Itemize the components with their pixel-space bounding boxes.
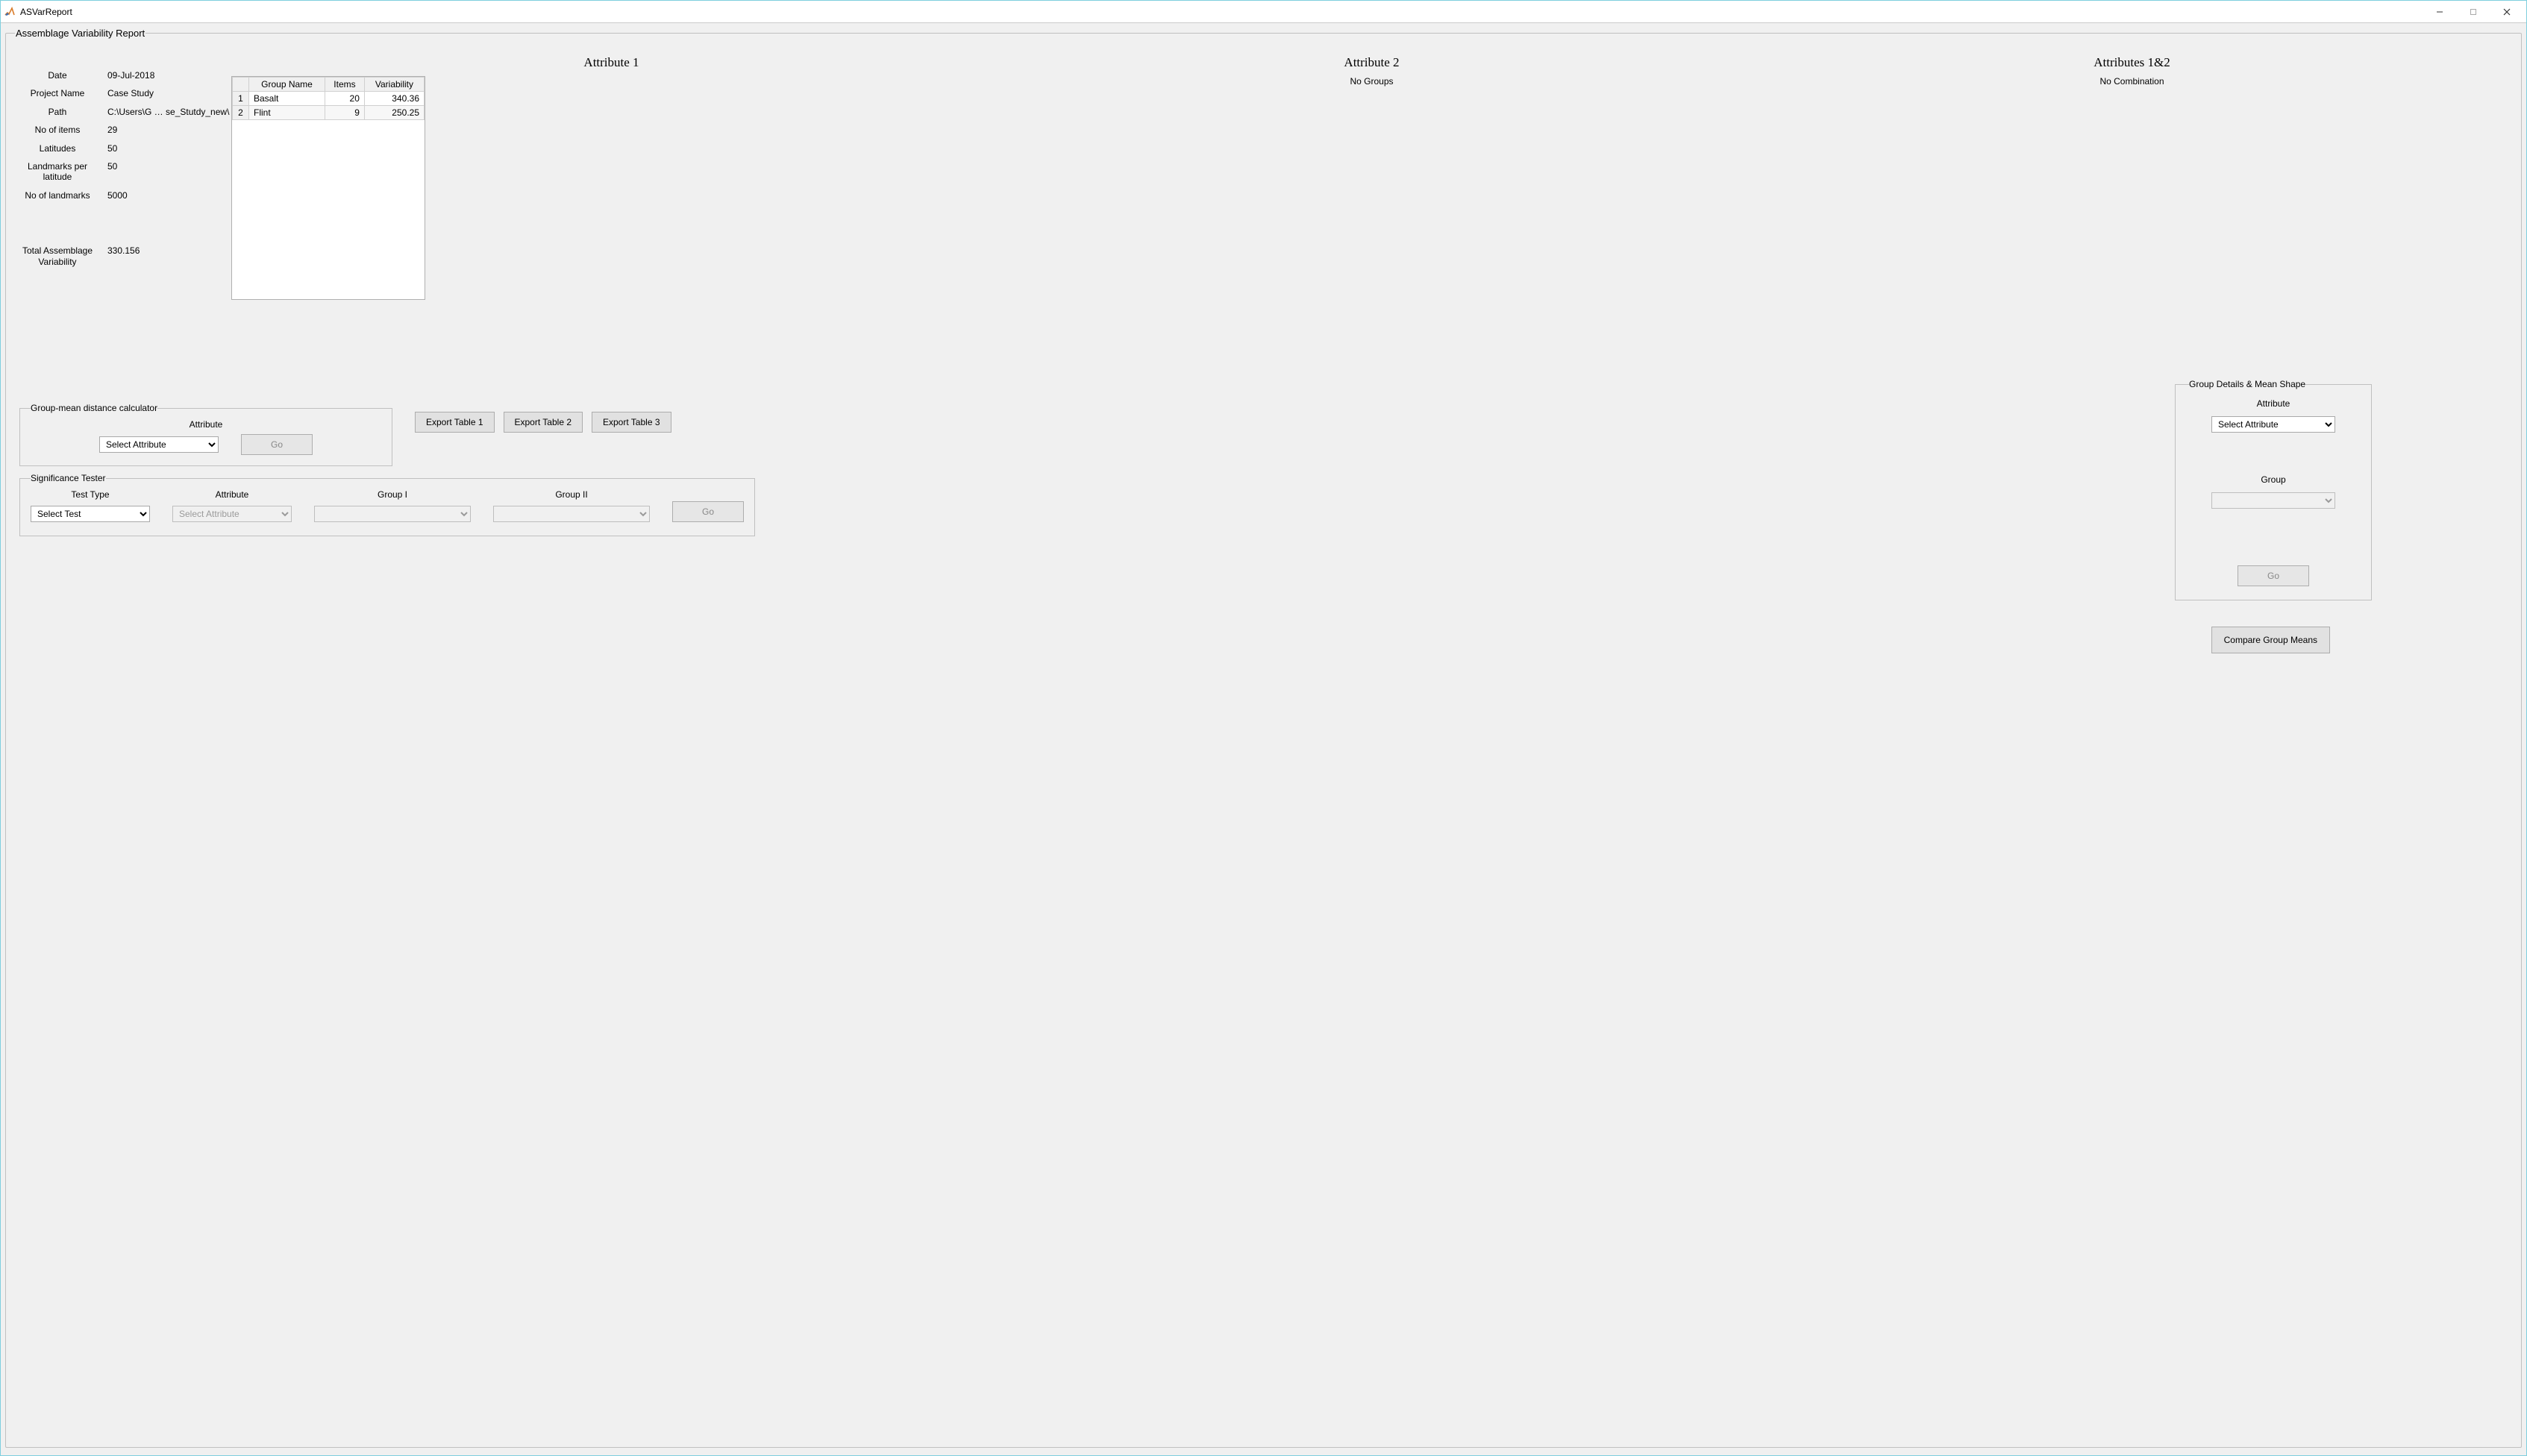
gdms-go-button[interactable]: Go [2238, 565, 2309, 586]
content-area: Assemblage Variability Report Date 09-Ju… [1, 23, 2526, 1455]
path-label: Path [15, 107, 104, 117]
path-value: C:\Users\G … se_Stutdy_new\ [104, 107, 229, 117]
sigt-group2-select[interactable] [493, 506, 650, 522]
table-row[interactable]: 2 Flint 9 250.25 [233, 106, 425, 120]
latitudes-label: Latitudes [15, 143, 104, 154]
project-label: Project Name [15, 88, 104, 98]
gdms-group-label: Group [2261, 474, 2285, 485]
minimize-button[interactable] [2423, 1, 2456, 23]
significance-tester: Significance Tester Test Type Select Tes… [19, 473, 736, 536]
upper-region: Date 09-Jul-2018 Project Name Case Study… [15, 45, 2512, 300]
compare-group-means: Compare Group Means [2211, 627, 2330, 653]
window-title: ASVarReport [20, 7, 2423, 17]
attribute-1-table[interactable]: Group Name Items Variability 1 Basalt [231, 76, 425, 300]
sigt-group1-select[interactable] [314, 506, 471, 522]
window-controls [2423, 1, 2523, 23]
landmarks-per-lat-value: 50 [104, 161, 117, 172]
gmdc-attribute-label: Attribute [190, 419, 223, 430]
date-value: 09-Jul-2018 [104, 70, 154, 81]
gmdc-frame-title: Group-mean distance calculator [31, 403, 157, 413]
items-value: 29 [104, 125, 117, 135]
date-label: Date [15, 70, 104, 81]
sigt-test-type-label: Test Type [71, 489, 109, 500]
col-items[interactable]: Items [325, 78, 365, 92]
sigt-attribute-select[interactable]: Select Attribute [172, 506, 292, 522]
compare-group-means-button[interactable]: Compare Group Means [2211, 627, 2330, 653]
gdms-attribute-select[interactable]: Select Attribute [2211, 416, 2335, 433]
total-variability-value: 330.156 [104, 245, 140, 256]
table-row[interactable]: 1 Basalt 20 340.36 [233, 92, 425, 106]
gmdc-attribute-select[interactable]: Select Attribute [99, 436, 219, 453]
maximize-button[interactable] [2456, 1, 2490, 23]
table-corner [233, 78, 249, 92]
landmarks-value: 5000 [104, 190, 128, 201]
matlab-icon [4, 6, 16, 18]
attribute-1-column: Attribute 1 Group Name Items Variability [231, 45, 992, 300]
attributes-1-2-column: Attributes 1&2 No Combination [1752, 45, 2512, 300]
landmarks-label: No of landmarks [15, 190, 104, 201]
app-window: ASVarReport Assemblage Variability Repor… [0, 0, 2527, 1456]
col-variability[interactable]: Variability [364, 78, 424, 92]
export-buttons: Export Table 1 Export Table 2 Export Tab… [415, 412, 671, 433]
landmarks-per-lat-label: Landmarks per latitude [15, 161, 104, 183]
close-button[interactable] [2490, 1, 2523, 23]
report-frame-title: Assemblage Variability Report [15, 28, 145, 39]
attribute-2-message: No Groups [992, 76, 1752, 87]
latitudes-value: 50 [104, 143, 117, 154]
sigt-group2-label: Group II [555, 489, 587, 500]
gmdc-go-button[interactable]: Go [241, 434, 313, 455]
gdms-frame-title: Group Details & Mean Shape [2189, 379, 2305, 389]
attribute-1-title: Attribute 1 [231, 55, 992, 70]
attributes-1-2-message: No Combination [1752, 76, 2512, 87]
sigt-test-type-select[interactable]: Select Test [31, 506, 150, 522]
export-table-3-button[interactable]: Export Table 3 [592, 412, 671, 433]
total-variability-label: Total Assemblage Variability [15, 245, 104, 267]
attribute-2-title: Attribute 2 [992, 55, 1752, 70]
export-table-2-button[interactable]: Export Table 2 [504, 412, 583, 433]
titlebar: ASVarReport [1, 1, 2526, 23]
attributes-1-2-title: Attributes 1&2 [1752, 55, 2512, 70]
gdms-group-select[interactable] [2211, 492, 2335, 509]
metadata-panel: Date 09-Jul-2018 Project Name Case Study… [15, 45, 231, 300]
group-details-mean-shape: Group Details & Mean Shape Attribute Sel… [2175, 379, 2372, 600]
gdms-attribute-label: Attribute [2257, 398, 2290, 409]
sigt-go-button[interactable]: Go [672, 501, 744, 522]
items-label: No of items [15, 125, 104, 135]
report-frame: Assemblage Variability Report Date 09-Ju… [5, 28, 2522, 1448]
project-value: Case Study [104, 88, 154, 98]
sigt-frame-title: Significance Tester [31, 473, 106, 483]
attribute-2-column: Attribute 2 No Groups [992, 45, 1752, 300]
sigt-attribute-label: Attribute [216, 489, 249, 500]
sigt-group1-label: Group I [378, 489, 407, 500]
attribute-columns: Attribute 1 Group Name Items Variability [231, 45, 2512, 300]
export-table-1-button[interactable]: Export Table 1 [415, 412, 495, 433]
col-group-name[interactable]: Group Name [249, 78, 325, 92]
group-mean-distance-calculator: Group-mean distance calculator Attribute… [19, 403, 392, 466]
